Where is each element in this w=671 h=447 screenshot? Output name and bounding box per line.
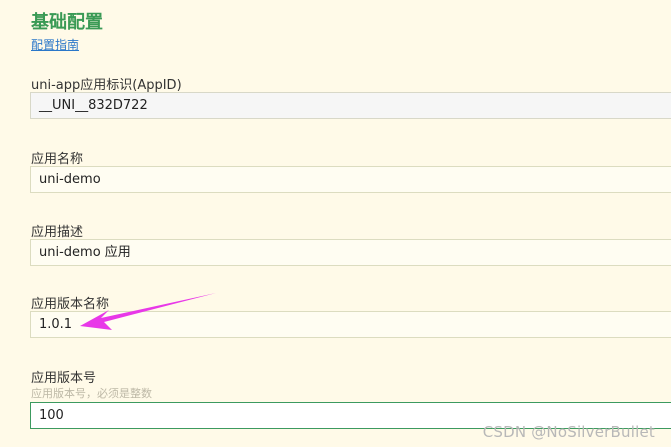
version-name-field[interactable]: 1.0.1 <box>30 311 671 338</box>
version-code-hint: 应用版本号，必须是整数 <box>31 387 152 400</box>
app-name-field[interactable]: uni-demo <box>30 166 671 193</box>
watermark: CSDN @NoSilverBullet <box>482 423 655 441</box>
config-guide-link[interactable]: 配置指南 <box>31 36 79 53</box>
app-description-label: 应用描述 <box>31 225 84 240</box>
appid-label: uni-app应用标识(AppID) <box>31 78 182 93</box>
version-name-label: 应用版本名称 <box>31 297 110 312</box>
app-name-label: 应用名称 <box>31 152 84 167</box>
section-title: 基础配置 <box>31 12 103 33</box>
app-description-field[interactable]: uni-demo 应用 <box>30 239 671 266</box>
version-code-label: 应用版本号 <box>31 371 97 386</box>
annotation-arrow <box>80 293 216 330</box>
appid-field[interactable]: __UNI__832D722 <box>30 92 671 119</box>
